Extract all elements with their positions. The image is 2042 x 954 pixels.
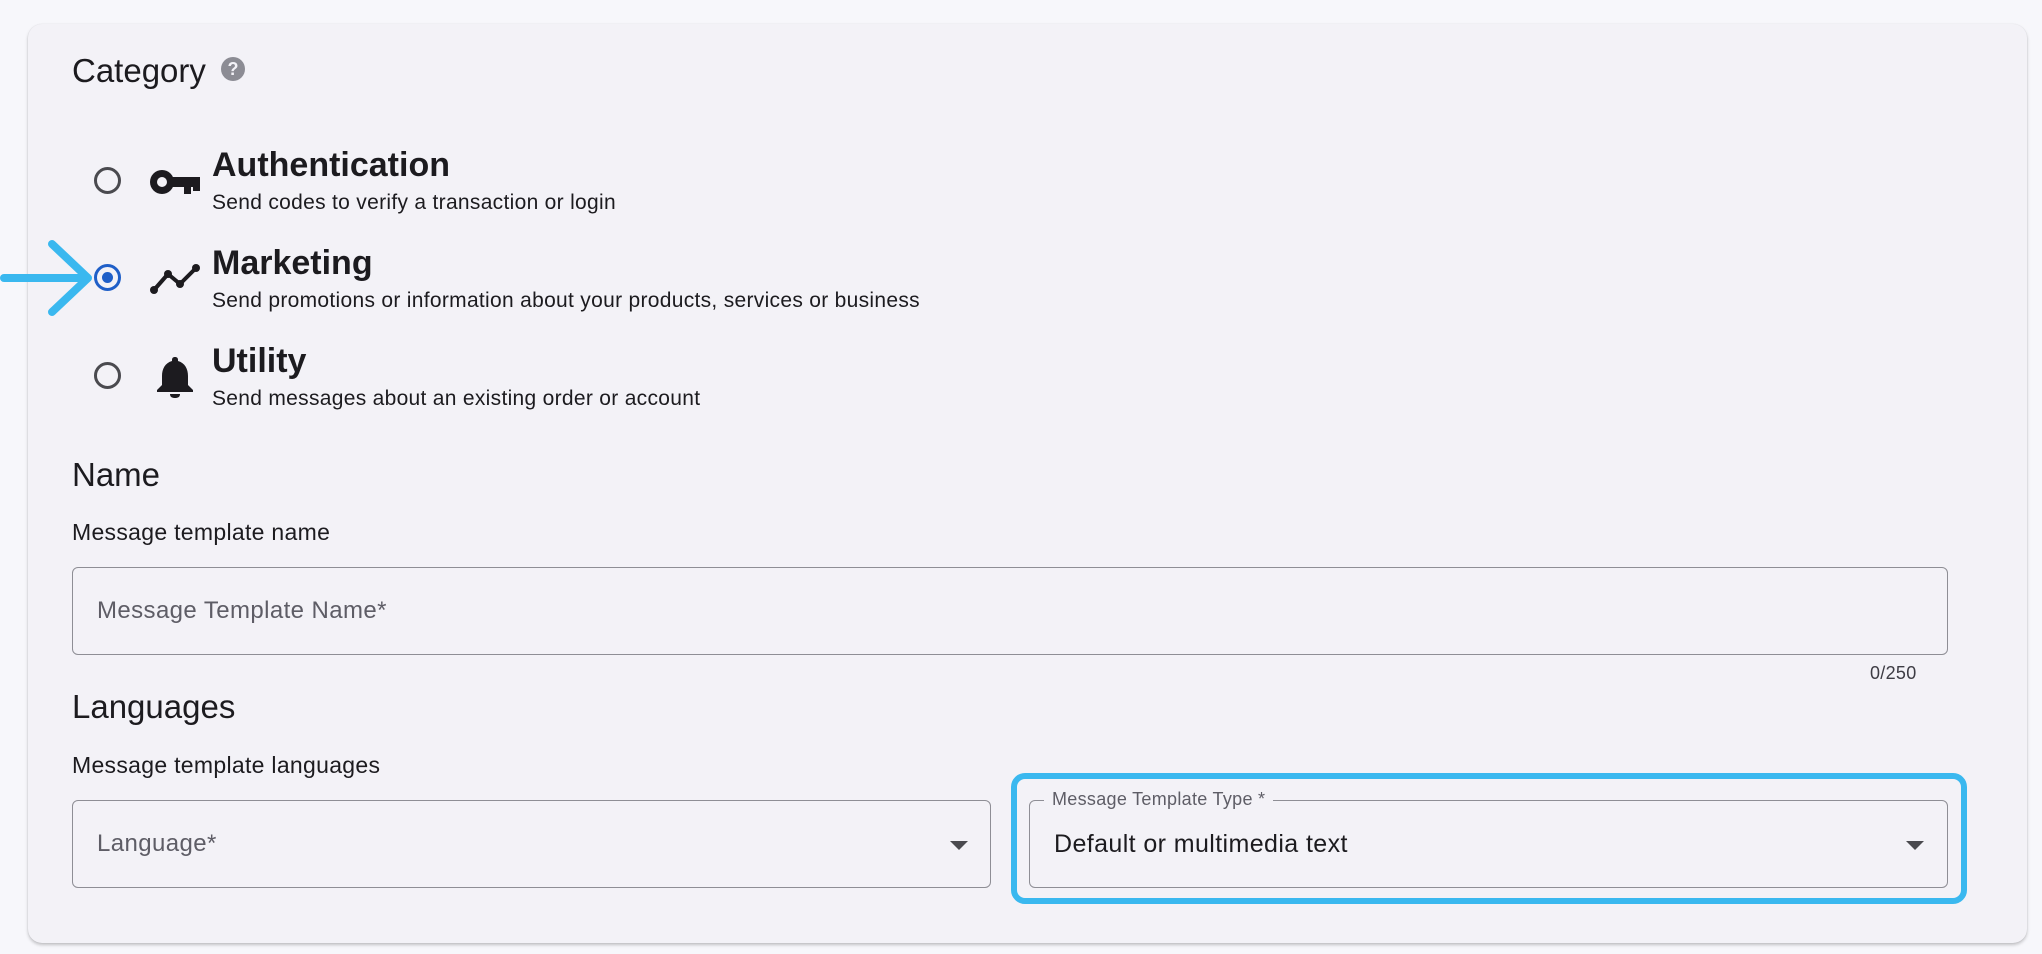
template-name-placeholder: Message Template Name*	[97, 597, 387, 624]
chevron-down-icon	[950, 841, 968, 850]
category-heading: Category	[72, 52, 206, 89]
template-name-field[interactable]: Message Template Name*	[72, 567, 1948, 655]
marketing-title: Marketing	[212, 244, 373, 282]
highlight-annotation	[1011, 773, 1967, 904]
language-select[interactable]: Language*	[72, 800, 991, 888]
languages-heading: Languages	[72, 688, 236, 725]
authentication-description: Send codes to verify a transaction or lo…	[212, 191, 616, 214]
character-counter: 0/250	[1870, 663, 1917, 683]
radio-authentication[interactable]	[94, 167, 121, 194]
authentication-title: Authentication	[212, 146, 450, 184]
pointer-arrow-icon	[0, 240, 92, 316]
key-icon	[150, 170, 200, 194]
template-name-label: Message template name	[72, 519, 331, 545]
trending-icon	[150, 264, 200, 294]
utility-description: Send messages about an existing order or…	[212, 387, 701, 410]
help-circle-icon[interactable]: ?	[221, 57, 245, 81]
utility-title: Utility	[212, 342, 307, 380]
marketing-description: Send promotions or information about you…	[212, 289, 920, 312]
radio-utility[interactable]	[94, 362, 121, 389]
bell-icon	[157, 357, 193, 398]
name-heading: Name	[72, 456, 161, 493]
language-placeholder: Language*	[97, 830, 217, 857]
radio-selected-dot	[102, 272, 113, 283]
template-languages-label: Message template languages	[72, 752, 381, 778]
